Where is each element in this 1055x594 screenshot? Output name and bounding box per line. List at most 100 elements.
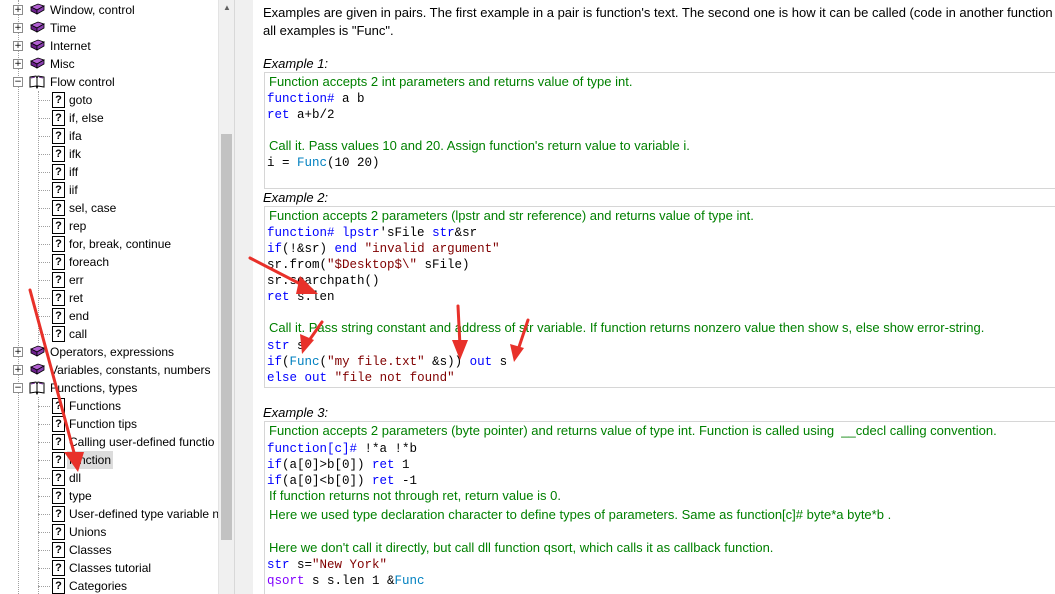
intro-line-2: all examples is "Func".: [263, 23, 394, 38]
help-page-icon: ?: [52, 416, 65, 432]
tree-item-foreach[interactable]: ? foreach: [0, 253, 218, 271]
tree-item-rep[interactable]: ? rep: [0, 217, 218, 235]
scrollbar-thumb[interactable]: [221, 134, 232, 540]
help-page-icon: ?: [52, 542, 65, 558]
tree-item-flow-control[interactable]: − Flow control: [0, 73, 218, 91]
help-page-icon: ?: [52, 326, 65, 342]
tree-item-label: Functions, types: [50, 381, 138, 395]
expand-toggle-icon[interactable]: +: [13, 347, 23, 357]
example-3-call-comment: Here we don't call it directly, but call…: [269, 540, 774, 555]
example-3-note-2: Here we used type declaration character …: [269, 507, 892, 522]
tree-item-ifa[interactable]: ? ifa: [0, 127, 218, 145]
expand-toggle-icon[interactable]: +: [13, 5, 23, 15]
closed-book-icon: [29, 56, 45, 71]
collapse-toggle-icon[interactable]: −: [13, 77, 23, 87]
tree-item-call[interactable]: ? call: [0, 325, 218, 343]
tree-item-sel-case[interactable]: ? sel, case: [0, 199, 218, 217]
tree-item-classes-tutorial[interactable]: ? Classes tutorial: [0, 559, 218, 577]
code-line: function# a b: [267, 92, 365, 106]
tree-item-if-else[interactable]: ? if, else: [0, 109, 218, 127]
tree-item-functions-types[interactable]: − Functions, types: [0, 379, 218, 397]
help-tree[interactable]: + Window, control + Time + Internet + Misc − Flow…: [0, 0, 218, 594]
code-line: if(a[0]>b[0]) ret 1: [267, 458, 410, 472]
tree-item-label: Classes tutorial: [69, 561, 152, 575]
tree-item-classes[interactable]: ? Classes: [0, 541, 218, 559]
help-page-icon: ?: [52, 128, 65, 144]
example-1-box: Function accepts 2 int parameters and re…: [264, 72, 1055, 189]
tree-item-function[interactable]: ? function: [0, 451, 218, 469]
closed-book-icon: [29, 344, 45, 359]
tree-item-categories[interactable]: ? Categories: [0, 577, 218, 594]
tree-item-user-defined-type-variable-n[interactable]: ? User-defined type variable n: [0, 505, 218, 523]
help-page-icon: ?: [52, 560, 65, 576]
intro-line-1: Examples are given in pairs. The first e…: [263, 5, 1053, 20]
tree-item-label: Categories: [69, 579, 128, 593]
closed-book-icon: [29, 362, 45, 377]
tree-item-iff[interactable]: ? iff: [0, 163, 218, 181]
tree-item-window-control[interactable]: + Window, control: [0, 1, 218, 19]
help-page-icon: ?: [52, 146, 65, 162]
tree-item-variables-constants-numbers[interactable]: + Variables, constants, numbers: [0, 361, 218, 379]
expand-toggle-icon[interactable]: +: [13, 23, 23, 33]
open-book-icon: [29, 74, 45, 90]
tree-item-label: Function tips: [69, 417, 138, 431]
tree-item-label: type: [69, 489, 92, 503]
tree-item-label: dll: [69, 471, 82, 485]
help-page-icon: ?: [52, 398, 65, 414]
tree-item-label: Classes: [69, 543, 112, 557]
tree-item-operators-expressions[interactable]: + Operators, expressions: [0, 343, 218, 361]
help-page-icon: ?: [52, 290, 65, 306]
tree-item-function-tips[interactable]: ? Function tips: [0, 415, 218, 433]
tree-item-label: ifa: [69, 129, 82, 143]
tree-item-type[interactable]: ? type: [0, 487, 218, 505]
intro-text: Examples are given in pairs. The first e…: [263, 4, 1055, 40]
collapse-toggle-icon[interactable]: −: [13, 383, 23, 393]
tree-item-functions[interactable]: ? Functions: [0, 397, 218, 415]
tree-item-iif[interactable]: ? iif: [0, 181, 218, 199]
tree-item-goto[interactable]: ? goto: [0, 91, 218, 109]
tree-item-misc[interactable]: + Misc: [0, 55, 218, 73]
example-3-note-1: If function returns not through ret, ret…: [269, 488, 561, 503]
help-page-icon: ?: [52, 452, 65, 468]
code-line: str s: [267, 339, 305, 353]
help-page-icon: ?: [52, 164, 65, 180]
tree-item-label: sel, case: [69, 201, 117, 215]
tree-item-label: goto: [69, 93, 93, 107]
tree-item-time[interactable]: + Time: [0, 19, 218, 37]
help-page-icon: ?: [52, 434, 65, 450]
expand-toggle-icon[interactable]: +: [13, 59, 23, 69]
tree-item-label: iff: [69, 165, 79, 179]
example-1-title: Example 1:: [263, 56, 329, 71]
tree-item-end[interactable]: ? end: [0, 307, 218, 325]
tree-item-unions[interactable]: ? Unions: [0, 523, 218, 541]
expand-toggle-icon[interactable]: +: [13, 365, 23, 375]
tree-item-calling-user-defined-functio[interactable]: ? Calling user-defined functio: [0, 433, 218, 451]
code-line: sr.searchpath(): [267, 274, 380, 288]
tree-item-internet[interactable]: + Internet: [0, 37, 218, 55]
expand-toggle-icon[interactable]: +: [13, 41, 23, 51]
example-2-title: Example 2:: [263, 190, 329, 205]
example-3-comment: Function accepts 2 parameters (byte poin…: [269, 423, 997, 438]
code-line: qsort s s.len 1 &Func: [267, 574, 425, 588]
tree-item-err[interactable]: ? err: [0, 271, 218, 289]
tree-item-label: if, else: [69, 111, 104, 125]
tree-item-dll[interactable]: ? dll: [0, 469, 218, 487]
tree-item-label: Functions: [69, 399, 122, 413]
tree-item-for-break-continue[interactable]: ? for, break, continue: [0, 235, 218, 253]
tree-item-label: Window, control: [50, 3, 135, 17]
example-3-title: Example 3:: [263, 405, 329, 420]
example-2-comment: Function accepts 2 parameters (lpstr and…: [269, 208, 754, 223]
tree-item-ret[interactable]: ? ret: [0, 289, 218, 307]
tree-item-label: for, break, continue: [69, 237, 172, 251]
pane-splitter[interactable]: [234, 0, 254, 594]
help-page-icon: ?: [52, 200, 65, 216]
help-page-icon: ?: [52, 182, 65, 198]
tree-item-label: Variables, constants, numbers: [50, 363, 211, 377]
closed-book-icon: [29, 2, 45, 17]
tree-scrollbar[interactable]: ▲: [218, 0, 235, 594]
tree-item-ifk[interactable]: ? ifk: [0, 145, 218, 163]
help-page-icon: ?: [52, 506, 65, 522]
tree-item-label: Misc: [50, 57, 75, 71]
code-line: else out "file not found": [267, 371, 455, 385]
scroll-up-arrow-icon[interactable]: ▲: [220, 0, 234, 16]
